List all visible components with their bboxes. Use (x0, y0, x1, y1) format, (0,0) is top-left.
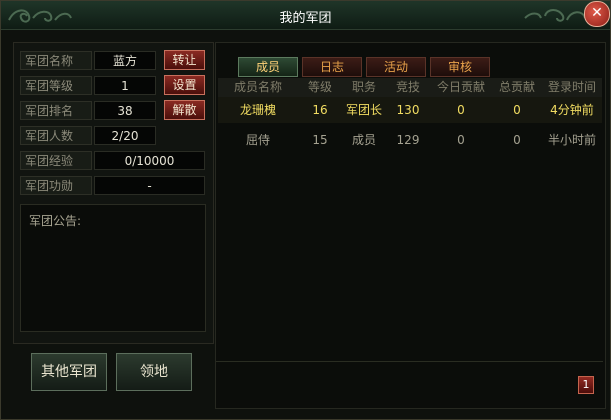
member-level: 16 (312, 103, 328, 117)
legion-exp-label: 军团经验 (20, 151, 92, 170)
title-bar[interactable]: 我的军团 ✕ (1, 1, 610, 30)
member-panel: 成员 日志 活动 审核 成员名称 等级 职务 竞技 今日贡献 总贡献 登录时间 … (215, 42, 606, 409)
member-name: 屈侍 (245, 133, 270, 147)
member-today-contribution: 0 (457, 103, 465, 117)
legion-merit-row: 军团功勋 - (20, 176, 205, 195)
legion-level-value: 1 (94, 76, 156, 95)
member-level: 15 (312, 133, 328, 147)
close-button[interactable]: ✕ (584, 1, 610, 27)
divider (216, 361, 603, 362)
member-total-contribution: 0 (513, 133, 521, 147)
close-icon: ✕ (591, 5, 603, 21)
other-legions-button[interactable]: 其他军团 (31, 353, 107, 391)
table-row[interactable]: 屈侍 15 成员 129 0 0 半小时前 (218, 127, 602, 153)
member-position: 军团长 (345, 103, 382, 117)
legion-exp-row: 军团经验 0/10000 (20, 151, 205, 170)
member-login-time: 半小时前 (547, 133, 596, 147)
tab-log[interactable]: 日志 (302, 57, 362, 77)
cloud-swirl-icon (524, 9, 586, 22)
window-title: 我的军团 (279, 11, 332, 26)
member-total-contribution: 0 (513, 103, 521, 117)
legion-rank-label: 军团排名 (20, 101, 92, 120)
legion-count-label: 军团人数 (20, 126, 92, 145)
header-login-time: 登录时间 (547, 80, 596, 94)
table-header: 成员名称 等级 职务 竞技 今日贡献 总贡献 登录时间 (218, 78, 602, 97)
table-row[interactable]: 龙珊槐 16 军团长 130 0 0 4分钟前 (218, 97, 602, 123)
member-position: 成员 (351, 133, 376, 147)
legion-window: 我的军团 ✕ 军团名称 蓝方 转让 军团等级 1 设置 军团排名 38 解散 军… (0, 0, 611, 420)
member-login-time: 4分钟前 (550, 103, 594, 117)
tab-review[interactable]: 审核 (430, 57, 490, 77)
legion-level-label: 军团等级 (20, 76, 92, 95)
header-arena: 竞技 (395, 80, 420, 94)
header-level: 等级 (307, 80, 332, 94)
transfer-button[interactable]: 转让 (164, 50, 205, 70)
legion-count-row: 军团人数 2/20 (20, 126, 205, 145)
tab-activity[interactable]: 活动 (366, 57, 426, 77)
legion-merit-value: - (94, 176, 205, 195)
page-number-button[interactable]: 1 (578, 376, 594, 394)
header-today-contribution: 今日贡献 (436, 80, 485, 94)
legion-rank-value: 38 (94, 101, 156, 120)
member-today-contribution: 0 (457, 133, 465, 147)
member-arena: 129 (396, 133, 420, 147)
header-member-name: 成员名称 (233, 80, 282, 94)
territory-button[interactable]: 领地 (116, 353, 192, 391)
header-position: 职务 (351, 80, 376, 94)
legion-notice-label: 军团公告: (29, 214, 82, 228)
member-name: 龙珊槐 (239, 103, 276, 117)
settings-button[interactable]: 设置 (164, 75, 205, 95)
header-total-contribution: 总贡献 (498, 80, 535, 94)
member-arena: 130 (396, 103, 420, 117)
tab-members[interactable]: 成员 (238, 57, 298, 77)
legion-name-label: 军团名称 (20, 51, 92, 70)
legion-merit-label: 军团功勋 (20, 176, 92, 195)
legion-count-value: 2/20 (94, 126, 156, 145)
legion-exp-value: 0/10000 (94, 151, 205, 170)
legion-notice-box[interactable]: 军团公告: (20, 204, 206, 332)
legion-name-value: 蓝方 (94, 51, 156, 70)
disband-button[interactable]: 解散 (164, 100, 205, 120)
